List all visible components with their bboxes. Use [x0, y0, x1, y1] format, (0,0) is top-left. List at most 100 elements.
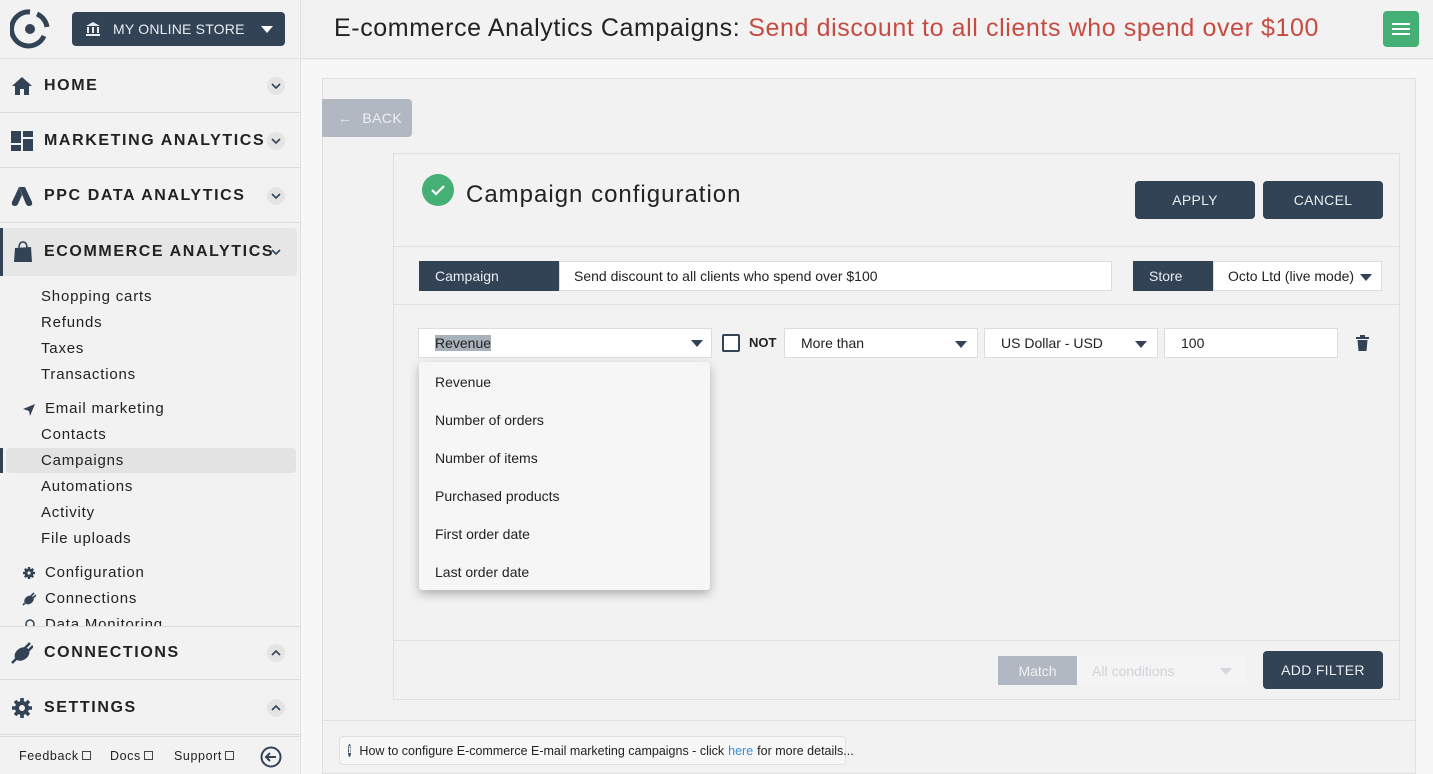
- nav-section-marketing-analytics[interactable]: MARKETING ANALYTICS: [0, 114, 300, 168]
- caret-down-icon: [261, 26, 273, 33]
- arrow-left-icon: ←: [338, 110, 353, 126]
- chevron-down-icon[interactable]: [267, 131, 285, 150]
- chevron-down-icon[interactable]: [267, 186, 285, 205]
- store-select[interactable]: Octo Ltd (live mode): [1213, 261, 1382, 291]
- dropdown-option-revenue[interactable]: Revenue: [435, 374, 491, 390]
- store-selector-button[interactable]: MY ONLINE STORE: [72, 12, 285, 46]
- sidebar-item-taxes[interactable]: Taxes: [41, 340, 84, 357]
- filter-field-select[interactable]: Revenue: [418, 328, 712, 358]
- cancel-button[interactable]: CANCEL: [1263, 181, 1383, 219]
- card-title: Campaign configuration: [466, 181, 742, 208]
- nav-section-home[interactable]: HOME: [0, 59, 300, 113]
- chevron-down-icon[interactable]: [267, 243, 285, 261]
- sidebar-item-refunds[interactable]: Refunds: [41, 314, 102, 331]
- sidebar-item-shopping-carts[interactable]: Shopping carts: [41, 288, 152, 305]
- sidebar-item-contacts[interactable]: Contacts: [41, 426, 107, 443]
- caret-down-icon: [691, 340, 703, 347]
- filter-field-value: Revenue: [435, 335, 492, 351]
- dropdown-option-first-order-date[interactable]: First order date: [435, 526, 530, 542]
- match-label: Match: [998, 656, 1077, 685]
- not-checkbox[interactable]: [722, 334, 740, 352]
- chevron-up-icon[interactable]: [267, 644, 285, 662]
- clipped-item-container: Data Monitoring: [0, 612, 300, 626]
- collapse-sidebar-icon[interactable]: [260, 746, 282, 768]
- chevron-up-icon[interactable]: [267, 698, 285, 717]
- filter-value-input[interactable]: 100: [1164, 328, 1338, 358]
- trash-icon[interactable]: [1356, 335, 1369, 351]
- help-link[interactable]: here: [728, 744, 753, 758]
- sidebar-item-email-marketing[interactable]: Email marketing: [45, 400, 165, 417]
- campaign-label: Campaign: [419, 261, 559, 291]
- top-bar: E-commerce Analytics Campaigns: Send disc…: [301, 0, 1433, 59]
- dropdown-option-number-of-items[interactable]: Number of items: [435, 450, 538, 466]
- sidebar-item-activity[interactable]: Activity: [41, 504, 95, 521]
- gear-icon: [12, 697, 32, 718]
- external-link-icon: [143, 751, 153, 760]
- nav-section-label: ECOMMERCE ANALYTICS: [44, 243, 275, 260]
- nav-section-ppc-data-analytics[interactable]: PPC DATA ANALYTICS: [0, 169, 300, 223]
- external-link-icon: [224, 751, 234, 760]
- back-button[interactable]: ← BACK: [322, 99, 412, 137]
- external-link-icon: [81, 751, 91, 760]
- bank-icon: [86, 22, 100, 36]
- google-ads-icon: [11, 186, 33, 206]
- docs-link-label: Docs: [110, 749, 141, 763]
- shopping-bag-icon: [14, 241, 32, 262]
- nav-section-label: CONNECTIONS: [44, 644, 180, 661]
- nav-section-label: SETTINGS: [44, 698, 137, 716]
- apply-button[interactable]: APPLY: [1135, 181, 1255, 219]
- nav-section-ecommerce-analytics[interactable]: ECOMMERCE ANALYTICS: [0, 228, 297, 276]
- nav-section-label: MARKETING ANALYTICS: [44, 131, 266, 149]
- help-text-after: for more details...: [757, 743, 854, 758]
- sidebar-item-configuration[interactable]: Configuration: [45, 564, 145, 581]
- store-selector-label: MY ONLINE STORE: [113, 21, 245, 37]
- operator-select[interactable]: More than: [784, 328, 978, 358]
- dropdown-option-number-of-orders[interactable]: Number of orders: [435, 412, 544, 428]
- hamburger-menu-button[interactable]: [1383, 11, 1419, 47]
- match-select[interactable]: All conditions: [1077, 656, 1246, 685]
- app-logo-icon[interactable]: [10, 9, 50, 49]
- back-button-label: BACK: [362, 110, 403, 126]
- support-link[interactable]: Support: [174, 749, 234, 763]
- divider: [394, 640, 1399, 641]
- dashboard-icon: [11, 130, 33, 151]
- caret-down-icon: [1360, 274, 1372, 281]
- support-link-label: Support: [174, 749, 222, 763]
- search-icon: [25, 619, 35, 626]
- sidebar-item-campaigns[interactable]: Campaigns: [41, 452, 124, 469]
- store-label: Store: [1133, 261, 1213, 291]
- help-text: How to configure E-commerce E-mail marke…: [359, 743, 725, 758]
- caret-down-icon: [1135, 341, 1147, 348]
- docs-link[interactable]: Docs: [110, 749, 153, 763]
- sidebar-item-data-monitoring[interactable]: Data Monitoring: [45, 616, 163, 626]
- sidebar-item-automations[interactable]: Automations: [41, 478, 133, 495]
- chevron-down-icon[interactable]: [267, 76, 285, 95]
- sidebar-item-transactions[interactable]: Transactions: [41, 366, 136, 383]
- gear-icon: [23, 567, 35, 579]
- feedback-link[interactable]: Feedback: [19, 749, 91, 763]
- home-icon: [12, 76, 32, 95]
- info-icon: i: [348, 744, 352, 757]
- campaign-name-input[interactable]: Send discount to all clients who spend o…: [559, 261, 1112, 291]
- field-options-dropdown: Revenue Number of orders Number of items…: [419, 362, 710, 590]
- store-select-value: Octo Ltd (live mode): [1228, 268, 1355, 284]
- dropdown-option-purchased-products[interactable]: Purchased products: [435, 488, 560, 504]
- plug-icon: [22, 592, 36, 606]
- nav-section-settings[interactable]: SETTINGS: [0, 681, 300, 735]
- help-notice: i How to configure E-commerce E-mail mar…: [339, 736, 854, 765]
- sidebar-item-file-uploads[interactable]: File uploads: [41, 530, 131, 547]
- sidebar: MY ONLINE STORE HOME MARKETING ANALYTICS…: [0, 0, 301, 774]
- add-filter-button[interactable]: ADD FILTER: [1263, 651, 1383, 689]
- nav-section-label: HOME: [44, 76, 99, 94]
- not-label: NOT: [749, 335, 777, 350]
- currency-select[interactable]: US Dollar - USD: [984, 328, 1158, 358]
- plug-icon: [11, 642, 33, 664]
- operator-value: More than: [801, 335, 865, 351]
- caret-down-icon: [955, 341, 967, 348]
- dropdown-option-last-order-date[interactable]: Last order date: [435, 564, 529, 580]
- active-item-indicator: [0, 448, 3, 473]
- nav-section-connections[interactable]: CONNECTIONS: [0, 626, 300, 680]
- match-select-value: All conditions: [1092, 662, 1175, 679]
- sidebar-item-connections[interactable]: Connections: [45, 590, 137, 607]
- sidebar-footer: Feedback Docs Support: [0, 736, 300, 774]
